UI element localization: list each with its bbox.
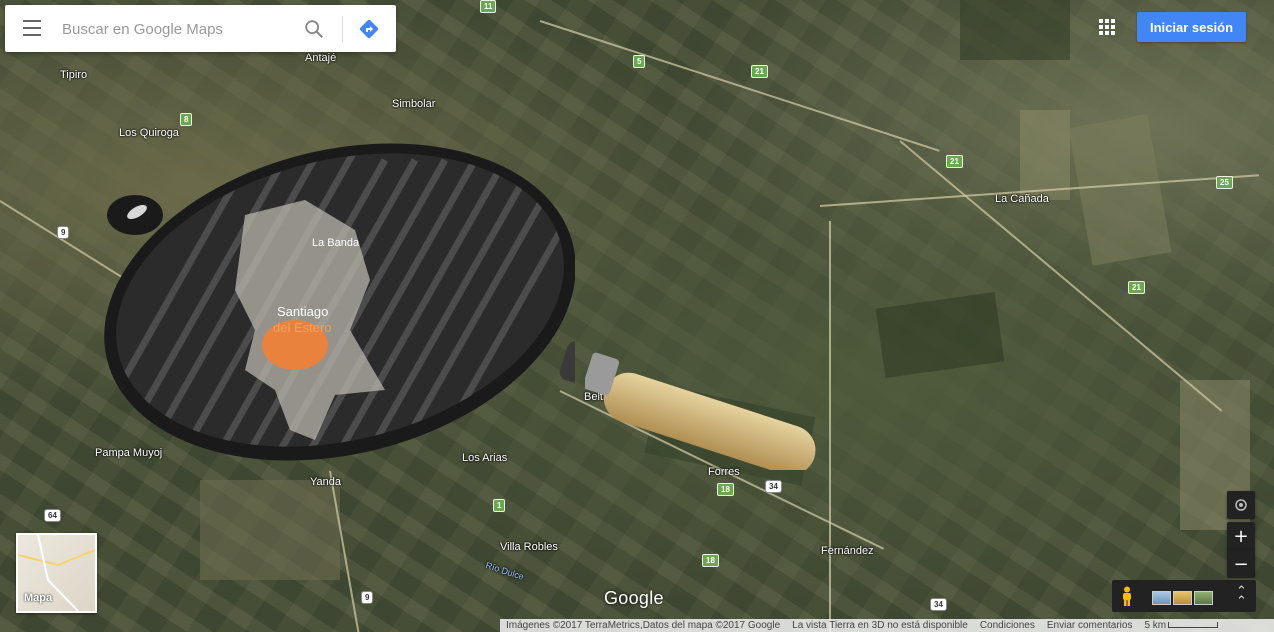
- scale-text: 5 km: [1144, 620, 1167, 631]
- route-shield: 18: [717, 483, 734, 496]
- field-patch: [960, 0, 1070, 60]
- pegman-icon[interactable]: [1120, 586, 1134, 606]
- map-type-toggle[interactable]: Mapa: [16, 533, 97, 613]
- imagery-thumb-3[interactable]: [1194, 591, 1213, 605]
- expand-icon[interactable]: ⌃ ⌃: [1236, 584, 1247, 607]
- apps-grid-icon[interactable]: [1099, 19, 1115, 35]
- road: [539, 20, 940, 152]
- imagery-thumb-2[interactable]: [1173, 591, 1192, 605]
- imagery-credit: Imágenes ©2017 TerraMetrics,Datos del ma…: [506, 620, 781, 631]
- location-target-icon: [1235, 499, 1247, 511]
- field-patch: [200, 480, 340, 580]
- frying-pan-image: Santiago del Estero La Banda: [95, 140, 575, 470]
- search-box: [5, 5, 396, 52]
- route-shield: 8: [180, 113, 193, 126]
- place-label: Villa Robles: [500, 541, 558, 553]
- field-patch: [875, 291, 1005, 379]
- route-shield: 21: [1128, 281, 1145, 294]
- zoom-out-button[interactable]: −: [1227, 550, 1255, 578]
- satellite-map[interactable]: Tipiro Antajé Simbolar Los Quiroga La Ca…: [0, 0, 1274, 632]
- place-label: Yanda: [310, 476, 341, 488]
- place-label: Tipiro: [60, 69, 88, 81]
- google-logo: Google: [604, 588, 664, 608]
- footer-bar: Imágenes ©2017 TerraMetrics,Datos del ma…: [500, 619, 1274, 632]
- route-shield: 18: [702, 554, 719, 567]
- directions-icon[interactable]: [357, 17, 381, 41]
- zoom-in-button[interactable]: +: [1227, 522, 1255, 550]
- imagery-thumb-1[interactable]: [1152, 591, 1171, 605]
- sign-in-button[interactable]: Iniciar sesión: [1137, 12, 1246, 42]
- minimap-label: Mapa: [24, 592, 53, 604]
- route-shield: 21: [946, 155, 963, 168]
- place-label: Simbolar: [392, 98, 436, 110]
- route-shield: 64: [44, 509, 61, 522]
- menu-icon[interactable]: [23, 20, 41, 36]
- place-label: Los Quiroga: [119, 127, 179, 139]
- river-label: Río Dulce: [484, 560, 526, 582]
- my-location-button[interactable]: [1227, 491, 1255, 519]
- route-shield: 9: [57, 226, 70, 239]
- scale-bar: [1168, 622, 1219, 629]
- route-shield: 25: [1216, 176, 1233, 189]
- pan-handle: [585, 352, 816, 470]
- divider: [342, 16, 343, 42]
- field-patch: [1020, 110, 1070, 200]
- search-icon[interactable]: [303, 18, 325, 40]
- earth-3d-notice: La vista Tierra en 3D no está disponible: [792, 620, 968, 631]
- field-patch: [1068, 114, 1172, 266]
- place-label: del Estero: [273, 320, 332, 335]
- feedback-link[interactable]: Enviar comentarios: [1041, 620, 1139, 631]
- route-shield: 1: [493, 499, 506, 512]
- place-label: Antajé: [305, 52, 337, 64]
- route-shield: 34: [765, 480, 782, 493]
- route-shield: 5: [633, 55, 646, 68]
- route-shield: 9: [361, 591, 374, 604]
- road: [829, 221, 831, 632]
- scale-label[interactable]: 5 km: [1138, 620, 1224, 631]
- place-label: La Banda: [312, 237, 360, 249]
- place-label: Santiago: [277, 304, 328, 319]
- place-label: Fernández: [821, 545, 874, 557]
- place-label: La Cañada: [995, 193, 1049, 205]
- route-shield: 34: [930, 598, 947, 611]
- terms-link[interactable]: Condiciones: [974, 620, 1041, 631]
- search-input[interactable]: [60, 17, 294, 41]
- layer-bar: ⌃ ⌃: [1112, 580, 1256, 612]
- route-shield: 11: [480, 0, 497, 13]
- pan-neck: [559, 341, 575, 385]
- route-shield: 21: [751, 65, 768, 78]
